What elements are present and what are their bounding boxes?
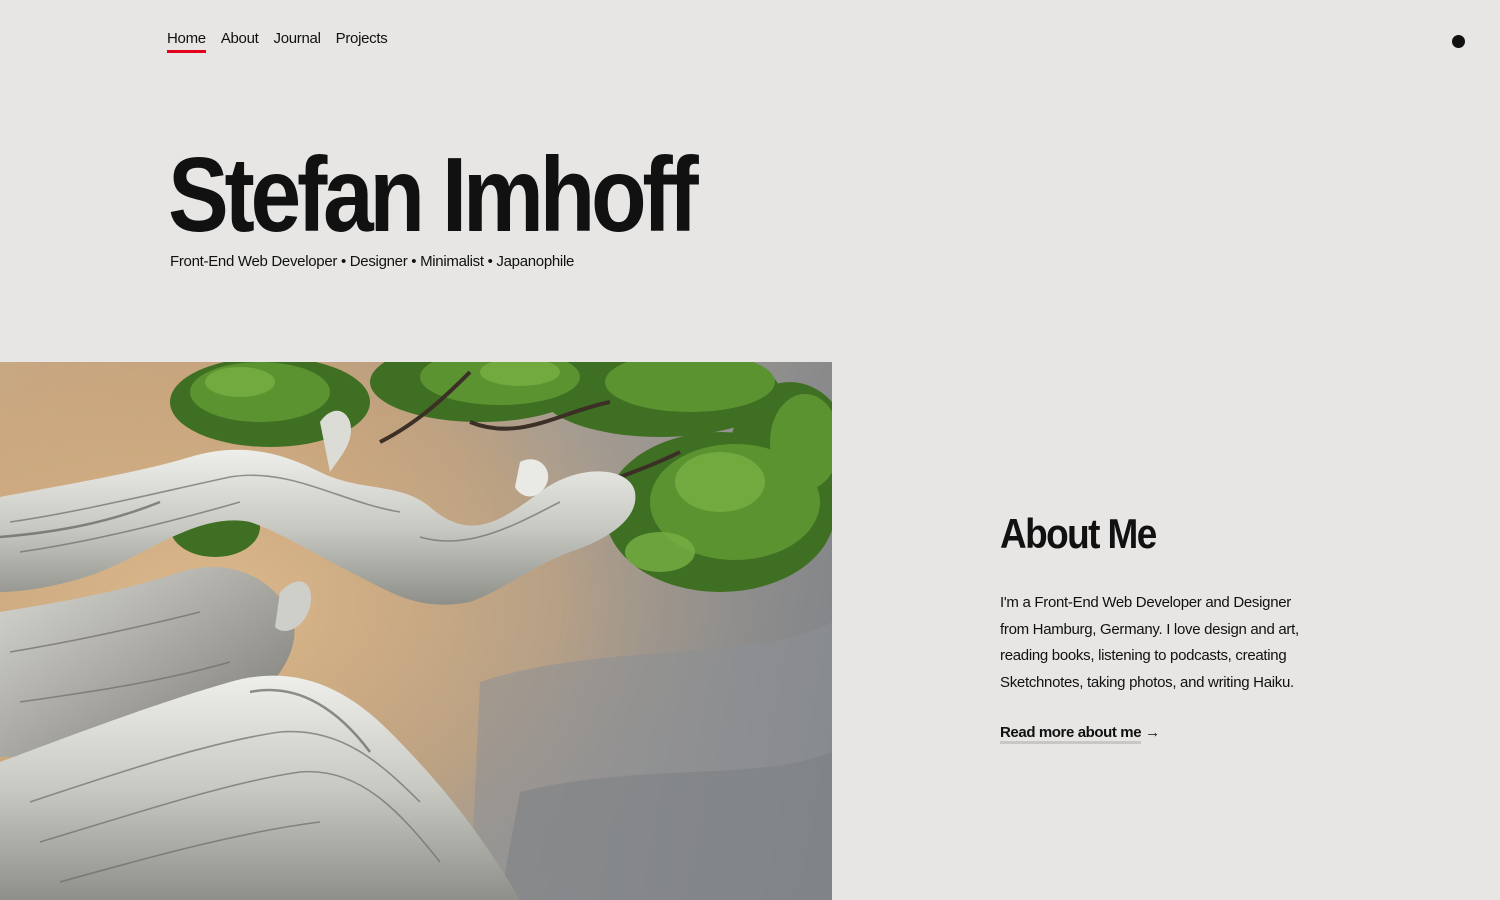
about-body: I'm a Front-End Web Developer and Design…	[1000, 594, 1299, 691]
arrow-right-icon: →	[1145, 724, 1160, 742]
about-heading: About Me	[1000, 510, 1157, 557]
bonsai-photo	[0, 362, 832, 900]
nav-item-home[interactable]: Home	[167, 30, 206, 53]
bonsai-illustration	[0, 362, 832, 900]
page-title: Stefan Imhoff	[168, 136, 699, 254]
read-more-label: Read more about me	[1000, 724, 1142, 745]
read-more-link[interactable]: Read more about me →	[1000, 724, 1160, 745]
main-nav: Home About Journal Projects	[167, 30, 388, 53]
page-subtitle: Front-End Web Developer • Designer • Min…	[170, 253, 575, 270]
nav-item-about[interactable]: About	[221, 30, 259, 53]
about-section: About Me I'm a Front-End Web Developer a…	[1000, 510, 1330, 745]
nav-item-journal[interactable]: Journal	[274, 30, 321, 53]
nav-item-projects[interactable]: Projects	[336, 30, 388, 53]
theme-toggle-button[interactable]	[1452, 35, 1465, 48]
